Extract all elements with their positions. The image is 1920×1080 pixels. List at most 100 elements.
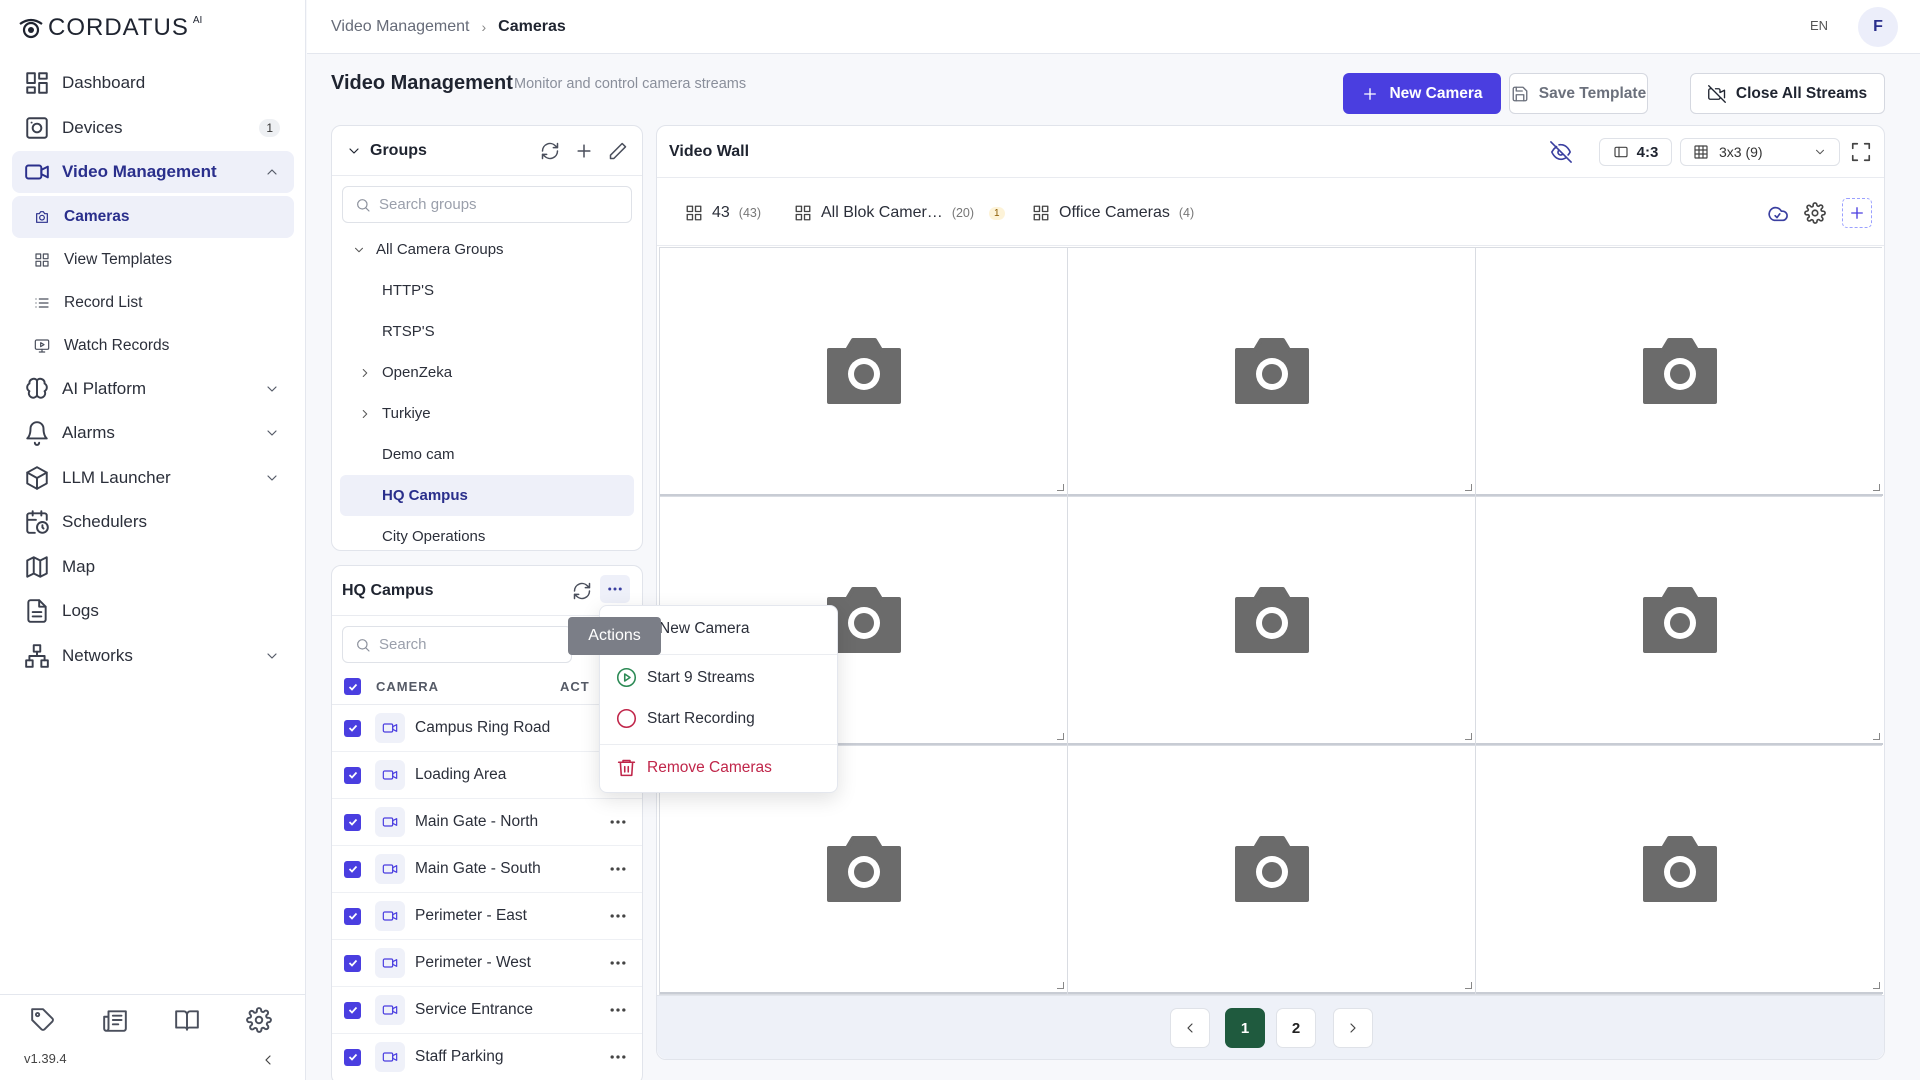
new-camera-button[interactable]: New Camera xyxy=(1343,73,1501,114)
nav-map[interactable]: Map xyxy=(12,546,294,588)
camera-row[interactable]: Main Gate - North xyxy=(332,799,642,846)
more-horizontal-icon[interactable] xyxy=(608,1000,628,1020)
nav-dashboard[interactable]: Dashboard xyxy=(12,62,294,104)
video-cell[interactable] xyxy=(660,248,1067,496)
nav-alarms[interactable]: Alarms xyxy=(12,412,294,454)
camera-row[interactable]: Main Gate - South xyxy=(332,846,642,893)
tree-item-selected[interactable]: HQ Campus xyxy=(340,475,634,516)
row-checkbox[interactable] xyxy=(344,907,361,925)
camera-row[interactable]: Staff Parking xyxy=(332,1034,642,1080)
eye-off-icon[interactable] xyxy=(1550,141,1572,163)
news-icon[interactable] xyxy=(102,1007,128,1033)
row-checkbox[interactable] xyxy=(344,813,361,831)
row-checkbox[interactable] xyxy=(344,860,361,878)
prev-page-button[interactable] xyxy=(1170,1008,1210,1048)
resize-handle[interactable] xyxy=(1465,982,1472,989)
row-checkbox[interactable] xyxy=(344,954,361,972)
resize-handle[interactable] xyxy=(1465,484,1472,491)
video-cell[interactable] xyxy=(1068,497,1475,745)
more-horizontal-icon[interactable] xyxy=(608,906,628,926)
video-cell[interactable] xyxy=(1476,248,1883,496)
page-button[interactable]: 2 xyxy=(1276,1008,1316,1048)
fullscreen-icon[interactable] xyxy=(1850,141,1872,163)
row-checkbox[interactable] xyxy=(344,1001,361,1019)
avatar[interactable]: F xyxy=(1858,7,1898,47)
resize-handle[interactable] xyxy=(1873,484,1880,491)
chevron-left-icon xyxy=(1187,1023,1193,1033)
tab-43[interactable]: 43 (43) xyxy=(685,204,761,222)
sub-record-list[interactable]: Record List xyxy=(12,282,294,324)
video-cell[interactable] xyxy=(1476,497,1883,745)
chevron-down-icon[interactable] xyxy=(346,143,362,159)
camera-row[interactable]: Campus Ring Road xyxy=(332,705,642,752)
settings-icon[interactable] xyxy=(1804,202,1826,224)
more-horizontal-icon[interactable] xyxy=(608,859,628,879)
video-cell[interactable] xyxy=(1476,746,1883,994)
camera-actions-button[interactable] xyxy=(600,575,630,603)
tree-item[interactable]: Turkiye xyxy=(332,393,642,434)
cameras-search-input[interactable]: Search xyxy=(342,626,572,663)
video-cell[interactable] xyxy=(1068,746,1475,994)
edit-icon[interactable] xyxy=(608,141,628,161)
tab-label: 43 xyxy=(712,204,730,221)
sub-watch-records[interactable]: Watch Records xyxy=(12,325,294,367)
page-button[interactable]: 1 xyxy=(1225,1008,1265,1048)
breadcrumb-parent[interactable]: Video Management xyxy=(331,18,469,36)
refresh-icon[interactable] xyxy=(572,581,592,601)
cloud-sync-icon[interactable] xyxy=(1766,202,1788,224)
add-group-icon[interactable] xyxy=(574,141,594,161)
add-template-button[interactable] xyxy=(1842,198,1872,228)
logo[interactable]: CORDATUS AI xyxy=(18,14,202,42)
resize-handle[interactable] xyxy=(1465,733,1472,740)
camera-row[interactable]: Service Entrance xyxy=(332,987,642,1034)
more-horizontal-icon[interactable] xyxy=(608,1047,628,1067)
close-all-streams-button[interactable]: Close All Streams xyxy=(1690,73,1885,114)
row-checkbox[interactable] xyxy=(344,1048,361,1066)
camera-row[interactable]: Perimeter - East xyxy=(332,893,642,940)
groups-search-input[interactable]: Search groups xyxy=(342,186,632,223)
nav-video-management[interactable]: Video Management xyxy=(12,151,294,193)
tag-icon[interactable] xyxy=(30,1007,56,1033)
resize-handle[interactable] xyxy=(1057,484,1064,491)
gear-icon[interactable] xyxy=(246,1007,272,1033)
row-checkbox[interactable] xyxy=(344,766,361,784)
grid-layout-select[interactable]: 3x3 (9) xyxy=(1680,138,1840,166)
nav-logs[interactable]: Logs xyxy=(12,590,294,632)
resize-handle[interactable] xyxy=(1057,733,1064,740)
nav-ai-platform[interactable]: AI Platform xyxy=(12,368,294,410)
tab-office-cameras[interactable]: Office Cameras (4) xyxy=(1032,204,1194,222)
nav-networks[interactable]: Networks xyxy=(12,635,294,677)
more-horizontal-icon[interactable] xyxy=(608,812,628,832)
chevron-left-icon[interactable] xyxy=(260,1052,276,1068)
row-checkbox[interactable] xyxy=(344,719,361,737)
tree-item[interactable]: RTSP'S xyxy=(332,311,642,352)
menu-start-streams[interactable]: Start 9 Streams xyxy=(616,667,755,688)
refresh-icon[interactable] xyxy=(540,141,560,161)
next-page-button[interactable] xyxy=(1333,1008,1373,1048)
tab-all-blok-cameras[interactable]: All Blok Camer… (20) 1 xyxy=(794,204,1005,222)
resize-handle[interactable] xyxy=(1873,982,1880,989)
tree-item[interactable]: City Operations xyxy=(332,516,642,557)
camera-row[interactable]: Loading Area xyxy=(332,752,642,799)
nav-schedulers[interactable]: Schedulers xyxy=(12,501,294,543)
resize-handle[interactable] xyxy=(1057,982,1064,989)
tree-item[interactable]: OpenZeka xyxy=(332,352,642,393)
sub-view-templates[interactable]: View Templates xyxy=(12,239,294,281)
video-cell[interactable] xyxy=(1068,248,1475,496)
camera-row[interactable]: Perimeter - West xyxy=(332,940,642,987)
more-horizontal-icon[interactable] xyxy=(608,953,628,973)
tree-item[interactable]: Demo cam xyxy=(332,434,642,475)
resize-handle[interactable] xyxy=(1873,733,1880,740)
nav-devices[interactable]: Devices 1 xyxy=(12,107,294,149)
menu-remove-cameras[interactable]: Remove Cameras xyxy=(616,757,772,778)
aspect-ratio-button[interactable]: 4:3 xyxy=(1599,138,1672,166)
language-switch[interactable]: EN xyxy=(1810,18,1828,33)
nav-llm-launcher[interactable]: LLM Launcher xyxy=(12,457,294,499)
book-icon[interactable] xyxy=(174,1007,200,1033)
menu-start-recording[interactable]: Start Recording xyxy=(616,708,755,729)
select-all-checkbox[interactable] xyxy=(344,678,361,695)
tree-root[interactable]: All Camera Groups xyxy=(332,229,642,270)
sub-cameras[interactable]: Cameras xyxy=(12,195,294,238)
save-template-button[interactable]: Save Template xyxy=(1509,73,1648,114)
tree-item[interactable]: HTTP'S xyxy=(332,270,642,311)
